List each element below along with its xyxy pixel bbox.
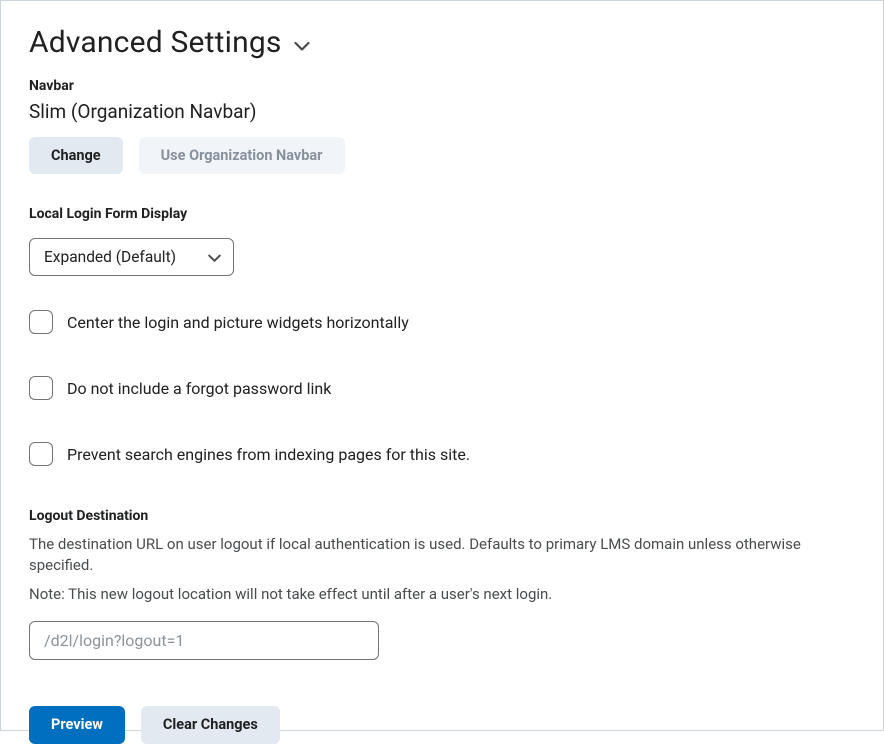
prevent-index-checkbox[interactable] <box>29 442 53 466</box>
change-button[interactable]: Change <box>29 137 123 174</box>
page-heading-row[interactable]: Advanced Settings <box>29 25 855 60</box>
prevent-index-label[interactable]: Prevent search engines from indexing pag… <box>67 445 470 464</box>
chevron-down-icon <box>294 33 310 53</box>
footer-button-row: Preview Clear Changes <box>29 706 855 743</box>
clear-changes-button[interactable]: Clear Changes <box>141 706 280 743</box>
preview-button[interactable]: Preview <box>29 706 125 743</box>
login-form-select-wrap: Expanded (Default) <box>29 238 234 276</box>
navbar-current-value: Slim (Organization Navbar) <box>29 100 855 123</box>
logout-url-input[interactable] <box>29 621 379 660</box>
no-forgot-link-label[interactable]: Do not include a forgot password link <box>67 379 331 398</box>
logout-label: Logout Destination <box>29 508 855 524</box>
center-widgets-label[interactable]: Center the login and picture widgets hor… <box>67 313 409 332</box>
center-widgets-checkbox[interactable] <box>29 310 53 334</box>
login-form-label: Local Login Form Display <box>29 206 855 222</box>
login-form-section: Local Login Form Display Expanded (Defau… <box>29 206 855 310</box>
use-organization-navbar-button[interactable]: Use Organization Navbar <box>139 137 345 174</box>
center-widgets-row: Center the login and picture widgets hor… <box>29 310 855 334</box>
page-title: Advanced Settings <box>29 25 282 60</box>
navbar-button-row: Change Use Organization Navbar <box>29 137 855 174</box>
logout-section: Logout Destination The destination URL o… <box>29 508 855 706</box>
no-forgot-link-checkbox[interactable] <box>29 376 53 400</box>
logout-note: Note: This new logout location will not … <box>29 584 855 605</box>
logout-description: The destination URL on user logout if lo… <box>29 534 855 576</box>
navbar-label: Navbar <box>29 78 855 94</box>
no-forgot-link-row: Do not include a forgot password link <box>29 376 855 400</box>
navbar-section: Navbar Slim (Organization Navbar) Change… <box>29 78 855 174</box>
prevent-index-row: Prevent search engines from indexing pag… <box>29 442 855 466</box>
login-form-select[interactable]: Expanded (Default) <box>29 238 234 276</box>
